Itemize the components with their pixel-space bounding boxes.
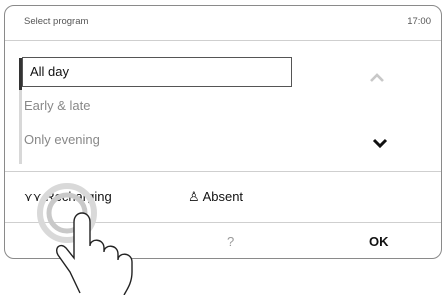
ok-button[interactable]: OK — [369, 234, 389, 249]
help-button[interactable]: ? — [227, 234, 234, 249]
absent-button[interactable]: ♙ Absent — [188, 189, 243, 205]
absent-label: Absent — [202, 189, 244, 204]
program-item-all-day[interactable]: All day — [22, 57, 292, 87]
header-divider — [5, 40, 441, 41]
screen-title: Select program — [24, 16, 89, 27]
clock: 17:00 — [407, 16, 431, 27]
program-item-only-evening[interactable]: Only evening — [24, 132, 100, 147]
header: Select program 17:00 — [24, 16, 431, 30]
absent-icon: ♙ — [188, 189, 200, 204]
pointing-hand-icon — [37, 183, 133, 295]
scroll-down-icon[interactable] — [371, 134, 389, 152]
scroll-up-icon[interactable] — [368, 69, 386, 87]
program-item-early-late[interactable]: Early & late — [24, 98, 90, 113]
